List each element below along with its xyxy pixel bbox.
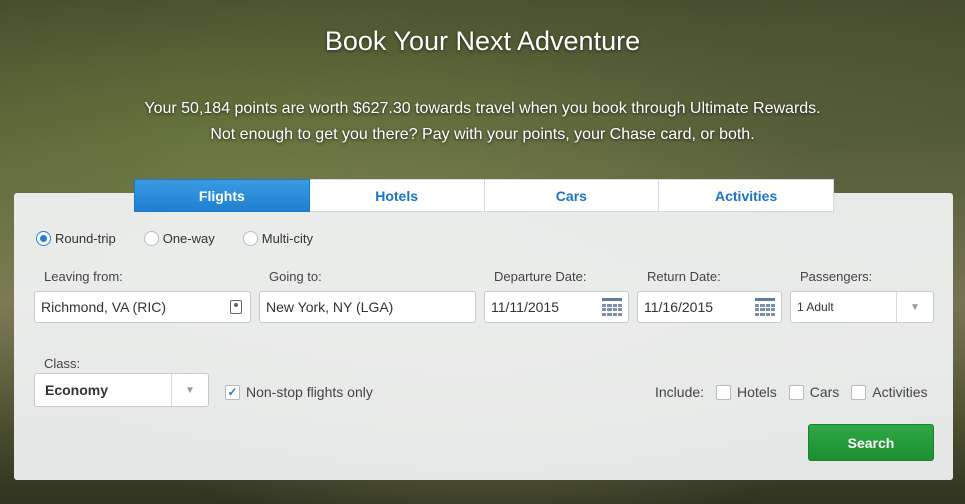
booking-tabs: Flights Hotels Cars Activities bbox=[134, 179, 834, 212]
leaving-from-input[interactable]: Richmond, VA (RIC) bbox=[34, 291, 251, 323]
class-label: Class: bbox=[44, 356, 81, 371]
include-hotels-label: Hotels bbox=[737, 384, 777, 400]
tab-cars[interactable]: Cars bbox=[484, 179, 660, 212]
include-activities-checkbox[interactable]: Activities bbox=[851, 384, 928, 400]
chevron-down-icon[interactable]: ▼ bbox=[896, 292, 933, 322]
leaving-from-label: Leaving from: bbox=[44, 269, 123, 284]
tab-activities[interactable]: Activities bbox=[659, 179, 834, 212]
nonstop-label: Non-stop flights only bbox=[246, 384, 373, 400]
include-label: Include: bbox=[655, 384, 705, 400]
class-select[interactable]: Economy ▼ bbox=[34, 373, 209, 407]
departure-date-value: 11/11/2015 bbox=[491, 299, 559, 315]
going-to-label: Going to: bbox=[269, 269, 322, 284]
chevron-down-icon[interactable]: ▼ bbox=[171, 374, 208, 406]
nonstop-checkbox[interactable]: ✓ Non-stop flights only bbox=[225, 384, 373, 400]
points-line-1: Your 50,184 points are worth $627.30 tow… bbox=[144, 100, 821, 117]
checkmark-icon: ✓ bbox=[225, 384, 240, 400]
calendar-icon[interactable] bbox=[755, 298, 775, 316]
contact-card-icon[interactable] bbox=[230, 300, 242, 314]
points-info: Your 50,184 points are worth $627.30 tow… bbox=[0, 96, 965, 148]
return-date-value: 11/16/2015 bbox=[644, 299, 714, 315]
include-activities-label: Activities bbox=[872, 384, 928, 400]
include-cars-checkbox[interactable]: Cars bbox=[788, 384, 840, 400]
leaving-from-value: Richmond, VA (RIC) bbox=[41, 299, 166, 315]
tab-flights[interactable]: Flights bbox=[134, 179, 310, 212]
radio-unchecked-icon bbox=[143, 231, 159, 246]
passengers-select[interactable]: 1 Adult ▼ bbox=[790, 291, 934, 323]
checkbox-empty-icon bbox=[851, 384, 867, 400]
page-title: Book Your Next Adventure bbox=[324, 26, 641, 56]
radio-one-way[interactable]: One-way bbox=[143, 231, 215, 246]
radio-round-trip[interactable]: Round-trip bbox=[36, 231, 116, 246]
departure-date-label: Departure Date: bbox=[494, 269, 587, 284]
calendar-icon[interactable] bbox=[602, 298, 622, 316]
radio-label: Round-trip bbox=[55, 231, 116, 246]
radio-multi-city[interactable]: Multi-city bbox=[242, 231, 314, 246]
include-cars-label: Cars bbox=[809, 384, 840, 400]
return-date-input[interactable]: 11/16/2015 bbox=[637, 291, 782, 323]
passengers-label: Passengers: bbox=[800, 269, 873, 284]
search-button[interactable]: Search bbox=[808, 424, 934, 461]
include-hotels-checkbox[interactable]: Hotels bbox=[716, 384, 777, 400]
class-value: Economy bbox=[45, 382, 109, 398]
radio-checked-icon bbox=[36, 231, 51, 246]
radio-label: Multi-city bbox=[261, 231, 314, 246]
trip-type-group: Round-trip One-way Multi-city bbox=[36, 231, 341, 246]
going-to-input[interactable]: New York, NY (LGA) bbox=[259, 291, 476, 323]
checkbox-empty-icon bbox=[788, 384, 804, 400]
going-to-value: New York, NY (LGA) bbox=[266, 299, 394, 315]
checkbox-empty-icon bbox=[716, 384, 732, 400]
tab-hotels[interactable]: Hotels bbox=[309, 179, 485, 212]
include-group: Include: Hotels Cars Activities bbox=[655, 384, 928, 400]
radio-label: One-way bbox=[162, 231, 215, 246]
passengers-value: 1 Adult bbox=[797, 300, 834, 314]
radio-unchecked-icon bbox=[242, 231, 258, 246]
return-date-label: Return Date: bbox=[647, 269, 721, 284]
points-line-2: Not enough to get you there? Pay with yo… bbox=[210, 126, 755, 143]
departure-date-input[interactable]: 11/11/2015 bbox=[484, 291, 629, 323]
